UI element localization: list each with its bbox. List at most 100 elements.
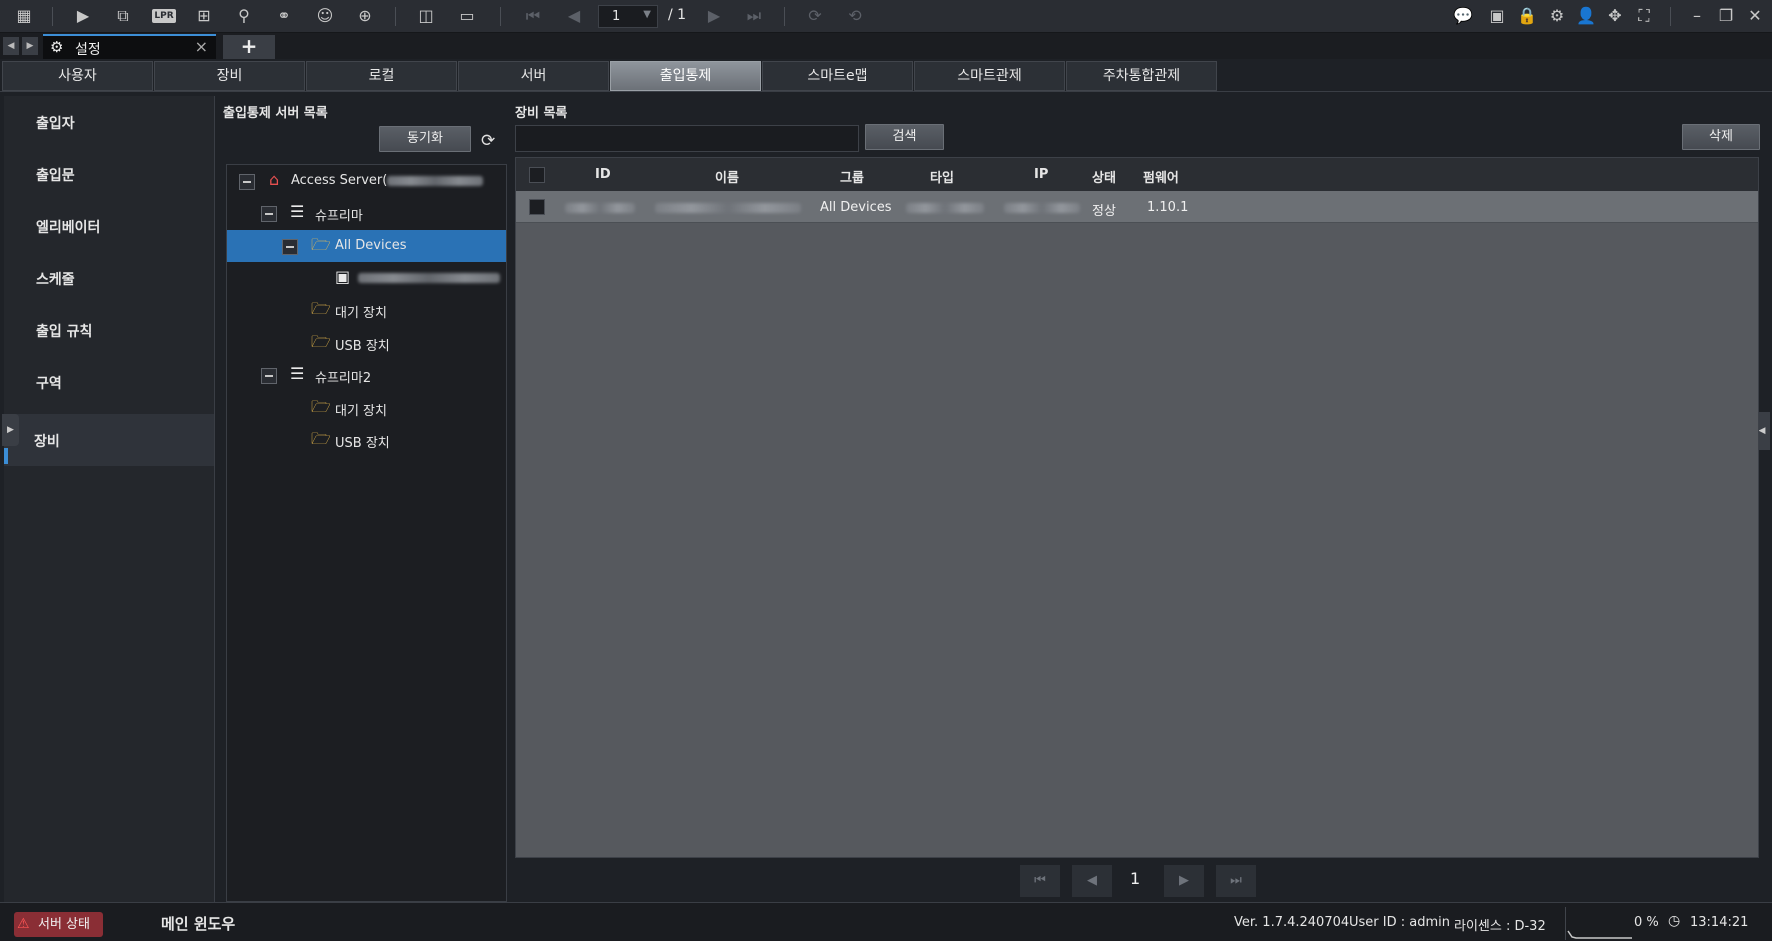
folder-open-icon: 🗁: [311, 397, 331, 416]
play-icon[interactable]: ▶: [71, 5, 95, 27]
lock-icon[interactable]: 🔒: [1515, 5, 1539, 27]
sidebar-item-devices[interactable]: 장비: [4, 414, 214, 466]
tab-devices[interactable]: 장비: [154, 61, 305, 91]
sync-button[interactable]: 동기화: [379, 126, 471, 152]
close-tab-icon[interactable]: ×: [195, 37, 208, 56]
column-header-status[interactable]: 상태: [1092, 167, 1116, 186]
sidebar-item-label: 출입자: [36, 116, 75, 132]
fullscreen-icon[interactable]: ⛶: [1632, 5, 1656, 27]
page-select[interactable]: 1 ▼: [598, 5, 658, 28]
row-checkbox[interactable]: [529, 199, 545, 215]
server-list-title: 출입통제 서버 목록: [223, 106, 328, 121]
column-header-firmware[interactable]: 펌웨어: [1143, 167, 1179, 186]
restore-icon[interactable]: ❐: [1714, 5, 1738, 27]
column-header-id[interactable]: ID: [595, 167, 611, 182]
server-status-button[interactable]: ⚠ 서버 상태: [14, 912, 103, 937]
tab-access-control[interactable]: 출입통제: [610, 61, 761, 91]
sidebar-item-zones[interactable]: 구역: [4, 356, 214, 408]
user-icon[interactable]: 👤: [1574, 5, 1598, 27]
column-header-ip[interactable]: IP: [1034, 167, 1048, 182]
tree-node-all-devices[interactable]: 🗁 All Devices: [227, 230, 506, 262]
map-search-icon[interactable]: ⊕: [353, 5, 377, 27]
add-tab-button[interactable]: +: [223, 35, 275, 59]
folder-open-icon: 🗁: [311, 299, 331, 318]
tab-prev-icon[interactable]: ◀: [3, 37, 19, 55]
rotate-alt-icon[interactable]: ⟲: [843, 5, 867, 27]
lpr-icon[interactable]: LPR: [152, 9, 176, 23]
search-button[interactable]: 검색: [865, 124, 944, 150]
collapse-toggle-icon[interactable]: [239, 174, 255, 190]
tab-local[interactable]: 로컬: [306, 61, 457, 91]
screen-add-icon[interactable]: ▭: [455, 5, 479, 27]
minimize-icon[interactable]: –: [1685, 5, 1709, 27]
toolbar-separator: [52, 7, 53, 26]
search-input[interactable]: [515, 125, 859, 152]
table-header: ID 이름 그룹 타입 IP 상태 펌웨어: [516, 158, 1758, 191]
collapse-left-handle[interactable]: ▶: [2, 414, 19, 446]
sidebar-item-elevators[interactable]: 엘리베이터: [4, 200, 214, 252]
folder-open-icon: 🗁: [311, 332, 331, 351]
monitor-icon[interactable]: ▣: [1485, 5, 1509, 27]
select-all-checkbox[interactable]: [529, 167, 545, 183]
tree-node-suprema2[interactable]: ☰ 슈프리마2: [227, 359, 506, 391]
face-search-icon[interactable]: ☺: [313, 5, 337, 27]
tab-users[interactable]: 사용자: [2, 61, 153, 91]
grid-menu-icon[interactable]: ▦: [12, 5, 36, 27]
close-icon[interactable]: ✕: [1743, 5, 1767, 27]
split-view-icon[interactable]: ◫: [414, 5, 438, 27]
tree-node-label: Access Server(: [291, 173, 484, 188]
sidebar-item-label: 장비: [34, 434, 60, 450]
tab-settings[interactable]: ⚙ 설정 ×: [43, 34, 216, 59]
prev-page-icon[interactable]: ◀: [562, 5, 586, 27]
masked-text: [1004, 202, 1080, 213]
column-header-name[interactable]: 이름: [715, 167, 739, 186]
cell-type: [906, 200, 984, 215]
tree-node-standby[interactable]: 🗁 대기 장치: [227, 294, 506, 326]
tree-node-device[interactable]: ▣: [227, 262, 506, 294]
pager-last-icon[interactable]: ⏭: [1216, 865, 1256, 897]
tab-parking-monitoring[interactable]: 주차통합관제: [1066, 61, 1217, 91]
tree-node-usb[interactable]: 🗁 USB 장치: [227, 424, 506, 456]
tab-smart-monitoring[interactable]: 스마트관제: [914, 61, 1065, 91]
pager-prev-icon[interactable]: ◀: [1072, 865, 1112, 897]
tree-node-usb[interactable]: 🗁 USB 장치: [227, 327, 506, 359]
collapse-toggle-icon[interactable]: [282, 239, 298, 255]
chat-icon[interactable]: 💬: [1451, 5, 1475, 27]
app-window: { "toolbar": { "icons": ["grid-menu-icon…: [0, 0, 1772, 941]
tree-node-access-server[interactable]: ⌂ Access Server(: [227, 165, 506, 197]
page-select-value: 1: [612, 9, 621, 24]
collapse-toggle-icon[interactable]: [261, 206, 277, 222]
gear-icon[interactable]: ⚙: [1545, 5, 1569, 27]
next-page-icon[interactable]: ▶: [702, 5, 726, 27]
cell-name: [655, 200, 801, 215]
tab-server[interactable]: 서버: [458, 61, 609, 91]
pager-next-icon[interactable]: ▶: [1164, 865, 1204, 897]
tab-next-icon[interactable]: ▶: [22, 37, 38, 55]
rotate-icon[interactable]: ⟳: [803, 5, 827, 27]
delete-button[interactable]: 삭제: [1682, 124, 1760, 150]
tree-node-suprema[interactable]: ☰ 슈프리마: [227, 197, 506, 229]
table-row[interactable]: All Devices 정상 1.10.1: [516, 191, 1758, 223]
move-icon[interactable]: ✥: [1603, 5, 1627, 27]
license-text: 라이센스 : D-32: [1454, 919, 1546, 934]
column-header-group[interactable]: 그룹: [840, 167, 864, 186]
column-header-type[interactable]: 타입: [930, 167, 954, 186]
clock-icon: ◷: [1668, 913, 1681, 929]
person-search-icon[interactable]: ⚲: [232, 5, 256, 27]
sidebar-item-access-persons[interactable]: 출입자: [4, 96, 214, 148]
page-total: / 1: [668, 7, 687, 23]
sidebar-item-doors[interactable]: 출입문: [4, 148, 214, 200]
grid-search-icon[interactable]: ⊞: [192, 5, 216, 27]
collapse-toggle-icon[interactable]: [261, 368, 277, 384]
sidebar-item-access-rules[interactable]: 출입 규칙: [4, 304, 214, 356]
tree-node-standby[interactable]: 🗁 대기 장치: [227, 392, 506, 424]
first-page-icon[interactable]: ⏮: [521, 5, 545, 27]
pager-first-icon[interactable]: ⏮: [1020, 865, 1060, 897]
last-page-icon[interactable]: ⏭: [742, 5, 766, 27]
refresh-icon[interactable]: ⟳: [481, 131, 495, 151]
bicycle-icon[interactable]: ⚭: [272, 5, 296, 27]
tab-smart-emap[interactable]: 스마트e맵: [762, 61, 913, 91]
search-video-icon[interactable]: ⧉: [111, 5, 135, 27]
sidebar-item-schedules[interactable]: 스케줄: [4, 252, 214, 304]
document-tab-strip: ◀ ▶ ⚙ 설정 × +: [0, 33, 1772, 59]
